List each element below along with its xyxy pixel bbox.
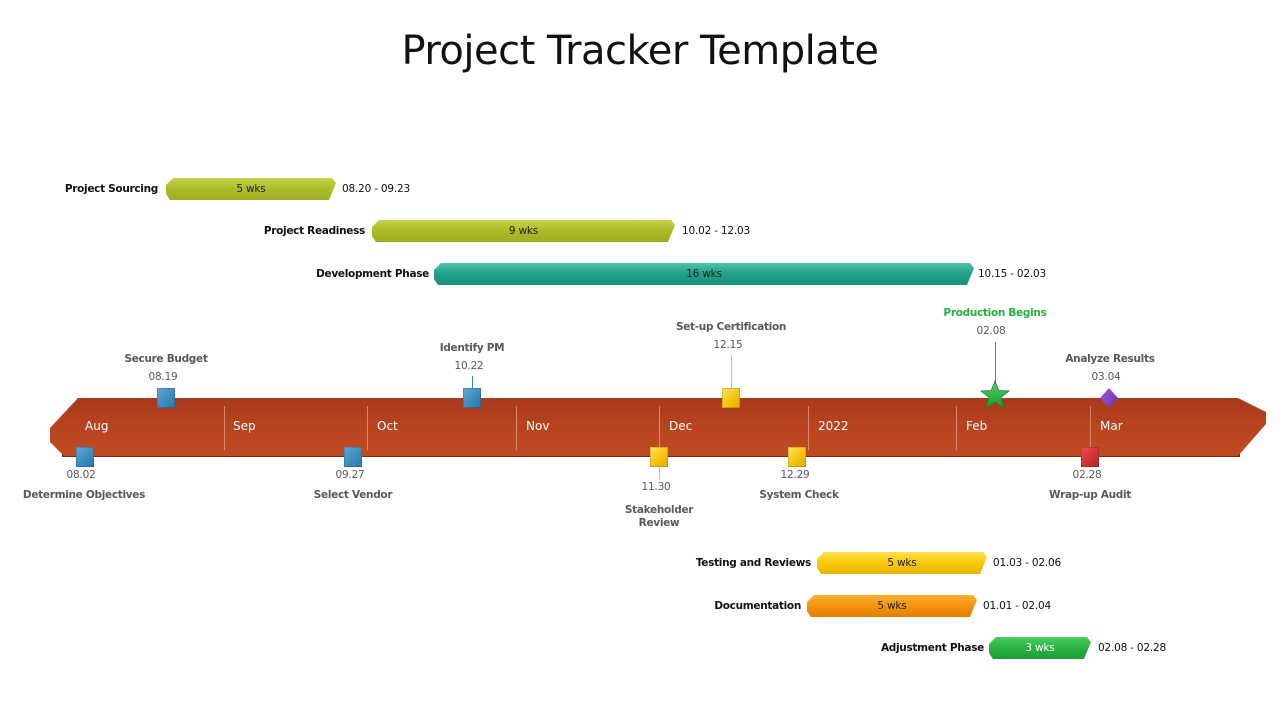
milestone-date: 08.02: [66, 469, 96, 481]
month-label-feb: Feb: [966, 419, 988, 433]
task-date-range: 10.15 - 02.03: [978, 268, 1046, 280]
task-duration: 9 wks: [508, 225, 539, 237]
task-bar[interactable]: 9 wks: [372, 220, 675, 242]
month-label-sep: Sep: [233, 419, 256, 433]
milestone-date: 12.29: [780, 469, 810, 481]
milestone-date: 12.15: [713, 339, 743, 351]
task-label: Development Phase: [316, 268, 429, 280]
month-label-2022: 2022: [818, 419, 849, 433]
task-label: Documentation: [714, 600, 801, 612]
task-date-range: 10.02 - 12.03: [682, 225, 750, 237]
month-label-nov: Nov: [526, 419, 550, 433]
task-label: Adjustment Phase: [880, 642, 984, 654]
milestone-square-icon: [650, 447, 668, 467]
milestone-title: Set-up Certification: [675, 321, 787, 333]
month-divider: [224, 406, 225, 450]
task-date-range: 01.01 - 02.04: [983, 600, 1051, 612]
diamond-icon: [1100, 388, 1118, 408]
month-divider: [516, 406, 517, 450]
task-date-range: 01.03 - 02.06: [993, 557, 1061, 569]
milestone-title: Identify PM: [439, 342, 505, 354]
milestone-square-icon: [722, 388, 740, 408]
milestone-date: 02.08: [976, 325, 1006, 337]
milestone-title: Determine Objectives: [22, 489, 146, 501]
page-title: Project Tracker Template: [401, 28, 879, 74]
milestone-date: 09.27: [335, 469, 365, 481]
task-duration: 5 wks: [236, 183, 266, 195]
milestone-title: Wrap-up Audit: [1048, 489, 1132, 501]
task-duration: 5 wks: [877, 600, 907, 612]
milestone-date: 03.04: [1091, 371, 1121, 383]
month-label-aug: Aug: [85, 419, 109, 433]
task-duration: 3 wks: [1025, 642, 1055, 654]
task-label: Testing and Reviews: [695, 557, 811, 569]
milestone-title: Secure Budget: [124, 353, 208, 365]
task-date-range: 02.08 - 02.28: [1098, 642, 1166, 654]
month-divider: [808, 406, 809, 450]
milestone-square-icon: [463, 388, 481, 408]
milestone-square-icon: [1081, 447, 1099, 467]
month-divider: [1090, 406, 1091, 450]
milestone-title: Production Begins: [943, 307, 1047, 319]
task-bar[interactable]: 5 wks: [807, 595, 977, 617]
milestone-connector: [472, 376, 473, 388]
month-divider: [956, 406, 957, 450]
month-divider: [367, 406, 368, 450]
task-bar[interactable]: 3 wks: [989, 637, 1091, 659]
milestone-title-line2: Review: [638, 517, 680, 529]
month-label-oct: Oct: [377, 419, 398, 433]
milestone-title: Select Vendor: [313, 489, 393, 501]
task-date-range: 08.20 - 09.23: [342, 183, 410, 195]
milestone-date: 02.28: [1072, 469, 1102, 481]
milestone-date: 10.22: [454, 360, 484, 372]
milestone-square-icon: [788, 447, 806, 467]
milestone-connector: [995, 342, 996, 384]
task-bar[interactable]: 5 wks: [817, 552, 987, 574]
star-icon: [980, 380, 1010, 409]
month-label-mar: Mar: [1100, 419, 1123, 433]
month-label-dec: Dec: [669, 419, 693, 433]
month-divider: [659, 406, 660, 450]
milestone-title: Stakeholder: [624, 504, 694, 516]
task-duration: 5 wks: [887, 557, 917, 569]
task-bar[interactable]: 16 wks: [434, 263, 974, 285]
task-label: Project Readiness: [263, 225, 365, 237]
milestone-square-icon: [157, 388, 175, 408]
milestone-date: 11.30: [641, 481, 671, 493]
milestone-square-icon: [344, 447, 362, 467]
task-bar[interactable]: 5 wks: [166, 178, 336, 200]
task-duration: 16 wks: [686, 268, 722, 280]
milestone-title: Analyze Results: [1065, 353, 1155, 365]
milestone-connector: [659, 467, 660, 479]
milestone-square-icon: [76, 447, 94, 467]
milestone-date: 08.19: [148, 371, 178, 383]
milestone-title: System Check: [759, 489, 839, 501]
milestone-connector: [731, 355, 732, 388]
task-label: Project Sourcing: [64, 183, 158, 195]
